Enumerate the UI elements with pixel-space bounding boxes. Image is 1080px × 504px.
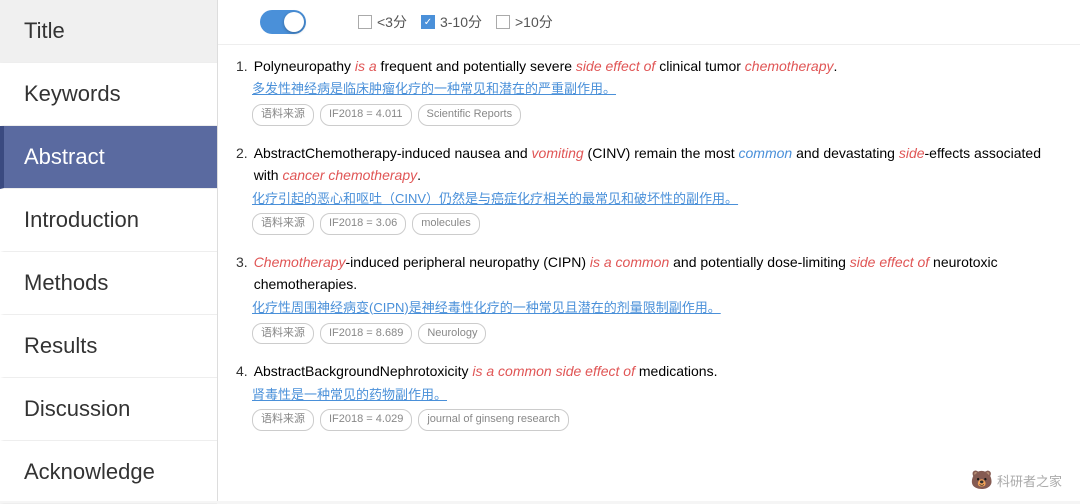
en-part: Chemotherapy	[254, 254, 346, 270]
tags-4: 语料来源 IF2018 = 4.029 journal of ginseng res…	[236, 409, 1062, 431]
en-part: and potentially dose-limiting	[669, 254, 850, 270]
sidebar-item-methods[interactable]: Methods	[0, 252, 217, 315]
sidebar-item-title[interactable]: Title	[0, 0, 217, 63]
watermark-icon: 🐻	[971, 470, 993, 491]
result-number-1: 1.	[236, 55, 248, 77]
watermark-text: 科研者之家	[997, 471, 1062, 490]
checkbox-lt3[interactable]	[358, 15, 372, 29]
filter-label-range310: 3-10分	[440, 12, 482, 32]
filter-label-gt10: >10分	[515, 12, 553, 32]
watermark: 🐻科研者之家	[971, 470, 1062, 491]
content-area: 1. Polyneuropathy is a frequent and poten…	[218, 45, 1080, 501]
result-number-4: 4.	[236, 360, 248, 382]
en-part: AbstractBackgroundNephrotoxicity	[254, 363, 473, 379]
en-part: and devastating	[792, 145, 899, 161]
tag-source: 语料来源	[252, 213, 314, 235]
tag-if: IF2018 = 3.06	[320, 213, 406, 235]
tag-source: 语料来源	[252, 323, 314, 345]
en-part: side effect of	[850, 254, 929, 270]
en-part: medications.	[635, 363, 717, 379]
checkbox-range310[interactable]	[421, 15, 435, 29]
filter-range310[interactable]: 3-10分	[421, 12, 482, 32]
tag-if: IF2018 = 8.689	[320, 323, 412, 345]
en-part: clinical tumor	[655, 58, 744, 74]
en-part: -induced peripheral neuropathy (CIPN)	[346, 254, 590, 270]
en-part: .	[417, 167, 421, 183]
sidebar-item-introduction[interactable]: Introduction	[0, 189, 217, 252]
result-item-3: 3. Chemotherapy-induced peripheral neurop…	[236, 251, 1062, 344]
sidebar-item-keywords[interactable]: Keywords	[0, 63, 217, 126]
tag-journal: Scientific Reports	[418, 104, 522, 126]
tags-1: 语料来源 IF2018 = 4.011 Scientific Reports	[236, 104, 1062, 126]
en-part: is a common	[590, 254, 669, 270]
result-item-1: 1. Polyneuropathy is a frequent and poten…	[236, 55, 1062, 126]
result-number-3: 3.	[236, 251, 248, 273]
filter-group: <3分 3-10分 >10分	[358, 12, 553, 32]
sidebar-item-abstract[interactable]: Abstract	[0, 126, 217, 189]
en-part: common	[739, 145, 793, 161]
tag-if: IF2018 = 4.011	[320, 104, 412, 126]
checkbox-gt10[interactable]	[496, 15, 510, 29]
translate-toggle[interactable]	[260, 10, 306, 34]
filter-gt10[interactable]: >10分	[496, 12, 553, 32]
tags-2: 语料来源 IF2018 = 3.06 molecules	[236, 213, 1062, 235]
toggle-thumb	[284, 12, 304, 32]
sidebar-item-acknowledge[interactable]: Acknowledge	[0, 441, 217, 504]
result-item-4: 4. AbstractBackgroundNephrotoxicity is a …	[236, 360, 1062, 431]
tag-source: 语料来源	[252, 409, 314, 431]
en-part: vomiting	[532, 145, 584, 161]
cn-text-3: 化疗性周围神经病变(CIPN)是神经毒性化疗的一种常见且潜在的剂量限制副作用。	[236, 298, 1062, 319]
cn-text-4: 肾毒性是一种常见的药物副作用。	[236, 385, 1062, 406]
en-part: is a	[355, 58, 377, 74]
en-part: is a common side effect of	[472, 363, 635, 379]
filter-lt3[interactable]: <3分	[358, 12, 407, 32]
tags-3: 语料来源 IF2018 = 8.689 Neurology	[236, 323, 1062, 345]
en-part: cancer chemotherapy	[282, 167, 417, 183]
tag-journal: Neurology	[418, 323, 486, 345]
en-text-4: 4. AbstractBackgroundNephrotoxicity is a …	[236, 360, 1062, 382]
tag-source: 语料来源	[252, 104, 314, 126]
toolbar: <3分 3-10分 >10分	[218, 0, 1080, 45]
filter-label-lt3: <3分	[377, 12, 407, 32]
main-content: <3分 3-10分 >10分 1. Polyneuropathy is a frequ…	[218, 0, 1080, 501]
result-item-2: 2. AbstractChemotherapy-induced nausea an…	[236, 142, 1062, 235]
result-number-2: 2.	[236, 142, 248, 164]
cn-text-1: 多发性神经病是临床肿瘤化疗的一种常见和潜在的严重副作用。	[236, 79, 1062, 100]
en-part: chemotherapy	[745, 58, 834, 74]
sidebar-item-results[interactable]: Results	[0, 315, 217, 378]
toggle-track	[260, 10, 306, 34]
en-part: side effect of	[576, 58, 655, 74]
en-text-1: 1. Polyneuropathy is a frequent and poten…	[236, 55, 1062, 77]
tag-journal: molecules	[412, 213, 480, 235]
en-part: Polyneuropathy	[254, 58, 355, 74]
cn-text-2: 化疗引起的恶心和呕吐（CINV）仍然是与癌症化疗相关的最常见和破坏性的副作用。	[236, 189, 1062, 210]
en-part: (CINV) remain the most	[584, 145, 739, 161]
sidebar-item-discussion[interactable]: Discussion	[0, 378, 217, 441]
en-part: .	[834, 58, 838, 74]
en-text-2: 2. AbstractChemotherapy-induced nausea an…	[236, 142, 1062, 187]
tag-if: IF2018 = 4.029	[320, 409, 412, 431]
sidebar: TitleKeywordsAbstractIntroductionMethods…	[0, 0, 218, 501]
tag-journal: journal of ginseng research	[418, 409, 569, 431]
en-part: frequent and potentially severe	[377, 58, 576, 74]
en-part: side	[899, 145, 925, 161]
en-text-3: 3. Chemotherapy-induced peripheral neurop…	[236, 251, 1062, 296]
en-part: AbstractChemotherapy-induced nausea and	[254, 145, 532, 161]
